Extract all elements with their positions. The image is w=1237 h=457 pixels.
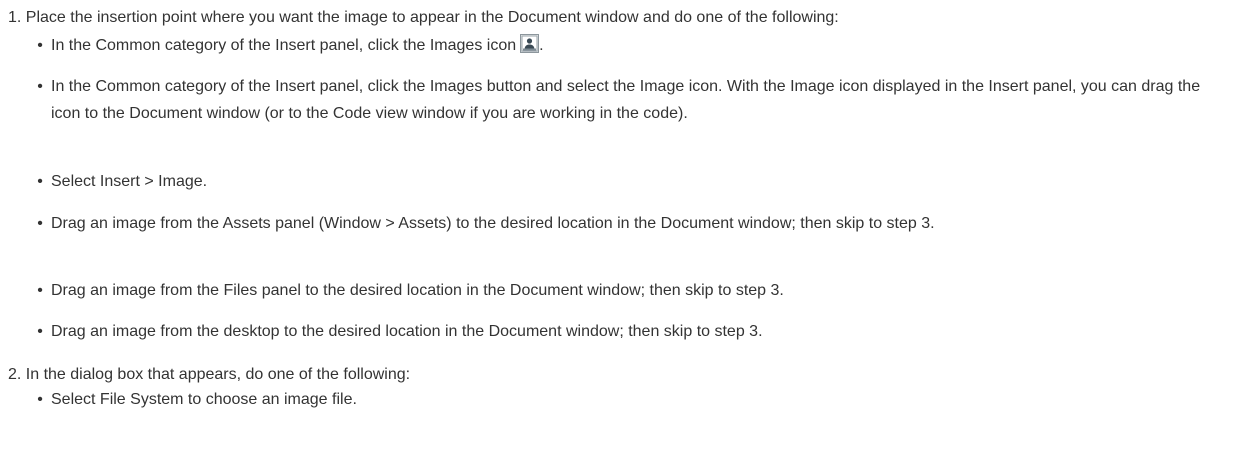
bullet-text: In the Common category of the Insert pan… <box>51 37 517 54</box>
bullet-text: Select Insert > Image. <box>51 173 208 190</box>
step-number: 1. <box>8 9 22 26</box>
bullet-dot: • <box>37 282 43 299</box>
bullet-item: • Drag an image from the Assets panel (W… <box>37 210 1223 237</box>
bullet-dot: • <box>37 37 43 54</box>
image-insert-icon <box>520 34 540 53</box>
bullet-item: • In the Common category of the Insert p… <box>37 32 1223 59</box>
bullet-text: In the Common category of the Insert pan… <box>51 78 1201 122</box>
bullet-dot: • <box>37 78 43 95</box>
bullet-suffix: . <box>539 37 544 54</box>
bullet-item: • Drag an image from the Files panel to … <box>37 277 1223 304</box>
step-1: 1. Place the insertion point where you w… <box>8 8 1228 28</box>
bullet-dot: • <box>37 215 43 232</box>
bullet-text: Drag an image from the desktop to the de… <box>51 323 763 340</box>
bullet-item: • In the Common category of the Insert p… <box>37 73 1223 127</box>
bullet-dot: • <box>37 323 43 340</box>
step-text: Place the insertion point where you want… <box>25 9 839 26</box>
bullet-dot: • <box>37 391 43 408</box>
bullet-text: Drag an image from the Assets panel (Win… <box>51 215 935 232</box>
bullet-text: Select File System to choose an image fi… <box>51 391 357 408</box>
bullet-item: • Drag an image from the desktop to the … <box>37 318 1223 345</box>
step-number: 2. <box>8 366 22 383</box>
bullet-item: • Select Insert > Image. <box>37 168 1223 195</box>
bullet-item: • Select File System to choose an image … <box>37 386 1223 413</box>
step-text: In the dialog box that appears, do one o… <box>25 366 411 383</box>
step-2: 2. In the dialog box that appears, do on… <box>8 365 1228 385</box>
bullet-text: Drag an image from the Files panel to th… <box>51 282 784 299</box>
bullet-dot: • <box>37 173 43 190</box>
